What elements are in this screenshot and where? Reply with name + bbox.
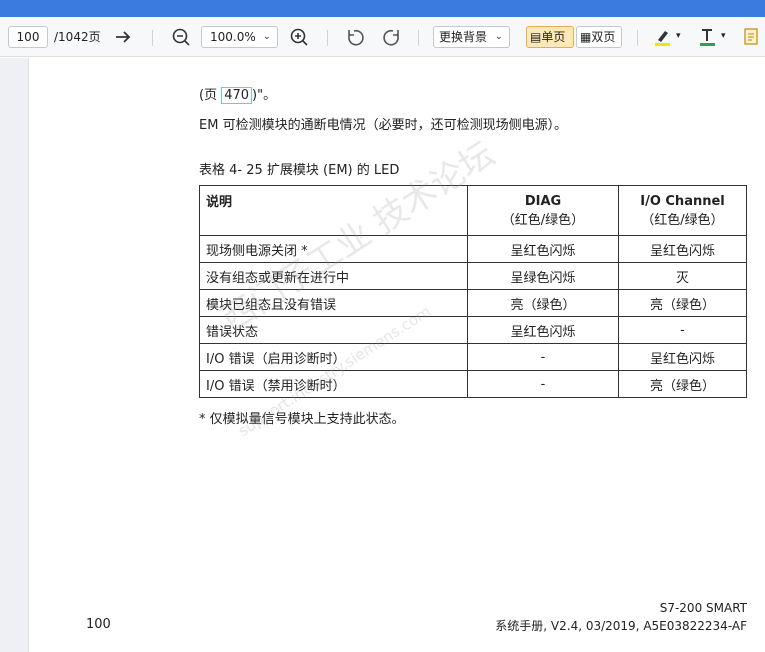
single-page-icon: ▤ (530, 30, 542, 44)
led-status-table: 说明 DIAG （红色/绿色） I/O Channel （红色/绿色） 现场侧电… (199, 185, 747, 398)
footer-manual-info: 系统手册, V2.4, 03/2019, A5E03822234-AF (495, 619, 747, 633)
page-reference-line: (页 470)"。 (199, 84, 276, 104)
row-io: 灭 (618, 262, 747, 290)
table-caption: 表格 4- 25 扩展模块 (EM) 的 LED (199, 163, 400, 178)
table-row: 没有组态或更新在进行中 呈绿色闪烁 灭 (199, 262, 747, 290)
header-diag-title: DIAG (524, 193, 562, 209)
table-row: I/O 错误（启用诊断时） - 呈红色闪烁 (199, 343, 747, 371)
single-page-label: 单页 (541, 30, 566, 44)
table-row: 现场侧电源关闭 * 呈红色闪烁 呈红色闪烁 (199, 235, 747, 263)
zoom-in-icon[interactable] (288, 26, 310, 48)
row-description: 现场侧电源关闭 * (199, 235, 468, 263)
toolbar-divider (637, 30, 638, 46)
double-page-icon: ▦ (580, 30, 592, 44)
page-reference-suffix: )"。 (252, 88, 277, 103)
em-description-text: EM 可检测模块的通断电情况（必要时，还可检测现场侧电源）。 (199, 118, 568, 133)
window-title-bar (0, 0, 765, 17)
highlighter-icon[interactable] (652, 26, 674, 48)
header-io-title: I/O Channel (640, 193, 725, 209)
row-io: 亮（绿色） (618, 370, 747, 398)
row-diag: 呈红色闪烁 (467, 316, 619, 344)
rotate-right-icon[interactable] (381, 26, 403, 48)
reader-toolbar: 100 /1042页 100.0% ⌄ 更换背景 ⌄ ▤单页 ▦双页 ▾ ▾ (0, 17, 765, 57)
row-diag: 呈绿色闪烁 (467, 262, 619, 290)
header-diag: DIAG （红色/绿色） (467, 185, 619, 236)
chevron-down-icon[interactable]: ▾ (721, 26, 729, 48)
note-icon[interactable] (740, 26, 762, 48)
row-description: 没有组态或更新在进行中 (199, 262, 468, 290)
row-description: 错误状态 (199, 316, 468, 344)
table-row: 错误状态 呈红色闪烁 - (199, 316, 747, 344)
zoom-value: 100.0% (210, 30, 256, 44)
header-description: 说明 (199, 185, 468, 236)
double-page-button[interactable]: ▦双页 (576, 26, 622, 48)
row-io: - (618, 316, 747, 344)
rotate-left-icon[interactable] (344, 26, 366, 48)
table-header-row: 说明 DIAG （红色/绿色） I/O Channel （红色/绿色） (199, 185, 747, 236)
row-description: 模块已组态且没有错误 (199, 289, 468, 317)
go-to-page-arrow-icon[interactable] (112, 26, 134, 48)
toolbar-divider (418, 30, 419, 46)
footer-product-name: S7-200 SMART (659, 601, 747, 615)
page-reference-prefix: (页 (199, 88, 218, 103)
header-io-subtitle: （红色/绿色） (641, 212, 724, 228)
row-diag: 呈红色闪烁 (467, 235, 619, 263)
chevron-down-icon[interactable]: ▾ (676, 26, 684, 48)
toolbar-divider (327, 30, 328, 46)
row-diag: 亮（绿色） (467, 289, 619, 317)
row-io: 亮（绿色） (618, 289, 747, 317)
single-page-button[interactable]: ▤单页 (526, 26, 574, 48)
header-io-channel: I/O Channel （红色/绿色） (618, 185, 747, 236)
table-footnote: * 仅模拟量信号模块上支持此状态。 (199, 412, 405, 427)
row-diag: - (467, 343, 619, 371)
row-diag: - (467, 370, 619, 398)
text-color-icon[interactable] (697, 26, 719, 48)
page-number-input[interactable]: 100 (8, 26, 48, 48)
double-page-label: 双页 (591, 30, 616, 44)
page-total-label: /1042页 (54, 30, 101, 44)
page-reference-link[interactable]: 470 (221, 87, 253, 104)
change-background-label: 更换背景 (439, 30, 488, 44)
chevron-down-icon: ⌄ (262, 31, 271, 42)
zoom-out-icon[interactable] (170, 26, 192, 48)
header-diag-subtitle: （红色/绿色） (501, 212, 585, 228)
row-io: 呈红色闪烁 (618, 343, 747, 371)
row-description: I/O 错误（禁用诊断时） (199, 370, 468, 398)
row-io: 呈红色闪烁 (618, 235, 747, 263)
table-row: 模块已组态且没有错误 亮（绿色） 亮（绿色） (199, 289, 747, 317)
change-background-select[interactable]: 更换背景 ⌄ (433, 26, 510, 48)
chevron-down-icon: ⌄ (494, 31, 503, 42)
zoom-select[interactable]: 100.0% ⌄ (201, 26, 278, 48)
table-row: I/O 错误（禁用诊断时） - 亮（绿色） (199, 370, 747, 398)
footer-page-number: 100 (86, 617, 111, 632)
row-description: I/O 错误（启用诊断时） (199, 343, 468, 371)
toolbar-divider (152, 30, 153, 46)
